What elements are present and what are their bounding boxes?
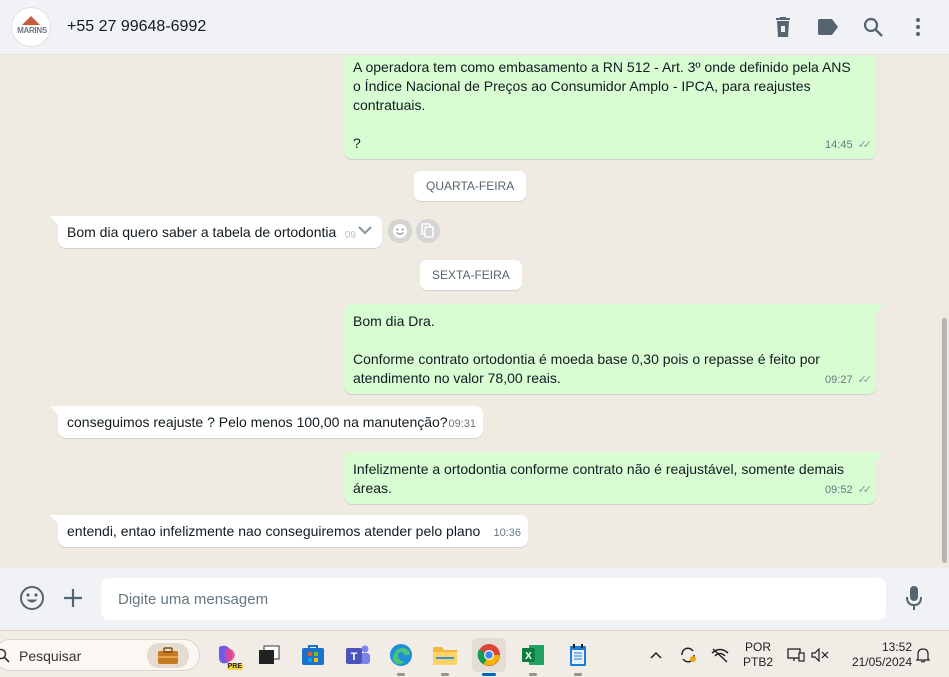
forward-copy-button[interactable] [416,219,440,243]
copilot-preview-badge: PRE [226,663,243,670]
message-input[interactable] [101,578,886,620]
display-icon[interactable] [786,631,806,677]
avatar-logo-text: MARINS [17,26,47,35]
message-meta: 09:27 ✓✓ [825,371,873,390]
message-time: 09 [344,230,356,241]
incoming-message[interactable]: conseguimos reajuste ? Pelo menos 100,00… [50,406,483,438]
message-time: 09:31 [448,418,476,430]
date-divider: SEXTA-FEIRA [420,260,522,290]
message-text: Bom dia Dra. Conforme contrato ortodonti… [353,313,820,386]
task-view-icon[interactable] [252,638,286,672]
incoming-message[interactable]: Bom dia quero saber a tabela de ortodont… [50,216,382,248]
copilot-app-icon[interactable]: PRE [210,638,244,672]
microsoft-store-icon[interactable] [296,638,330,672]
taskbar-search[interactable]: Pesquisar [0,639,200,671]
running-indicator [529,673,537,676]
bubble-tail [875,304,884,314]
incoming-message[interactable]: entendi, entao infelizmente nao consegui… [50,515,528,547]
active-indicator [482,673,496,676]
message-list[interactable]: A operadora tem como embasamento a RN 51… [0,56,940,568]
chrome-icon[interactable] [472,638,506,676]
chat-scrollbar[interactable] [940,56,949,568]
react-emoji-button[interactable] [388,219,412,243]
language-indicator[interactable]: POR PTB2 [740,631,776,677]
message-time: 09:52 [825,484,853,496]
bubble-tail [50,515,59,525]
double-check-icon: ✓✓ [857,374,873,386]
scrollbar-thumb[interactable] [942,318,947,563]
message-text: A operadora tem como embasamento a RN 51… [353,59,851,151]
attach-plus-icon[interactable] [59,584,87,612]
chat-header: MARINS +55 27 99648-6992 [0,0,949,55]
excel-icon[interactable]: X [516,638,550,676]
edge-icon[interactable] [384,638,418,676]
bubble-tail [50,406,59,416]
more-vertical-icon[interactable] [907,14,929,40]
svg-text:X: X [525,651,532,662]
taskbar-search-label: Pesquisar [19,648,82,664]
network-offline-icon[interactable] [708,631,732,677]
date-divider: QUARTA-FEIRA [414,171,527,201]
double-check-icon: ✓✓ [857,484,873,496]
clock-time: 13:52 [881,639,912,654]
microphone-icon[interactable] [900,584,928,612]
message-text: conseguimos reajuste ? Pelo menos 100,00… [67,414,448,430]
message-meta: 09:52 ✓✓ [825,481,873,500]
running-indicator [441,673,449,676]
tray-chevron-up-icon[interactable] [646,631,666,677]
clock-date: 21/05/2024 [851,654,912,669]
running-indicator [574,673,582,676]
search-icon[interactable] [862,14,884,40]
outgoing-message[interactable]: Bom dia Dra. Conforme contrato ortodonti… [344,304,884,394]
message-text: entendi, entao infelizmente nao consegui… [67,523,481,539]
chevron-down-icon[interactable] [357,222,373,243]
trash-icon[interactable] [772,14,794,40]
message-time: 10:36 [493,527,521,539]
volume-muted-icon[interactable] [810,631,830,677]
message-time: 14:45 [825,139,853,151]
clock[interactable]: 13:52 21/05/2024 [840,631,912,677]
message-composer [0,568,949,630]
double-check-icon: ✓✓ [857,139,873,151]
sync-icon[interactable] [676,631,700,677]
running-indicator [397,673,405,676]
notepad-icon[interactable] [561,638,595,676]
notification-bell-icon[interactable] [912,631,934,677]
label-icon[interactable] [817,14,839,40]
outgoing-message[interactable]: A operadora tem como embasamento a RN 51… [344,56,876,159]
message-text: Infelizmente a ortodontia conforme contr… [353,461,845,496]
contact-avatar[interactable]: MARINS [11,7,51,47]
language-code: POR [744,639,771,654]
bubble-tail [875,452,884,462]
contact-name[interactable]: +55 27 99648-6992 [67,18,206,36]
svg-text:T: T [351,651,358,663]
bubble-tail [50,216,59,226]
message-text: Bom dia quero saber a tabela de ortodont… [67,224,337,240]
briefcase-icon [147,643,189,668]
search-icon [0,648,11,669]
keyboard-layout: PTB2 [742,654,773,669]
message-time: 09:27 [825,374,853,386]
teams-icon[interactable]: T [341,638,375,672]
message-meta: 14:45 ✓✓ [825,136,873,155]
logo-roof-icon [22,16,40,25]
outgoing-message[interactable]: Infelizmente a ortodontia conforme contr… [344,452,884,504]
windows-taskbar: Pesquisar PRE T X POR PTB2 13:52 21/05/2… [0,630,949,677]
emoji-icon[interactable] [18,584,46,612]
file-explorer-icon[interactable] [428,638,462,676]
